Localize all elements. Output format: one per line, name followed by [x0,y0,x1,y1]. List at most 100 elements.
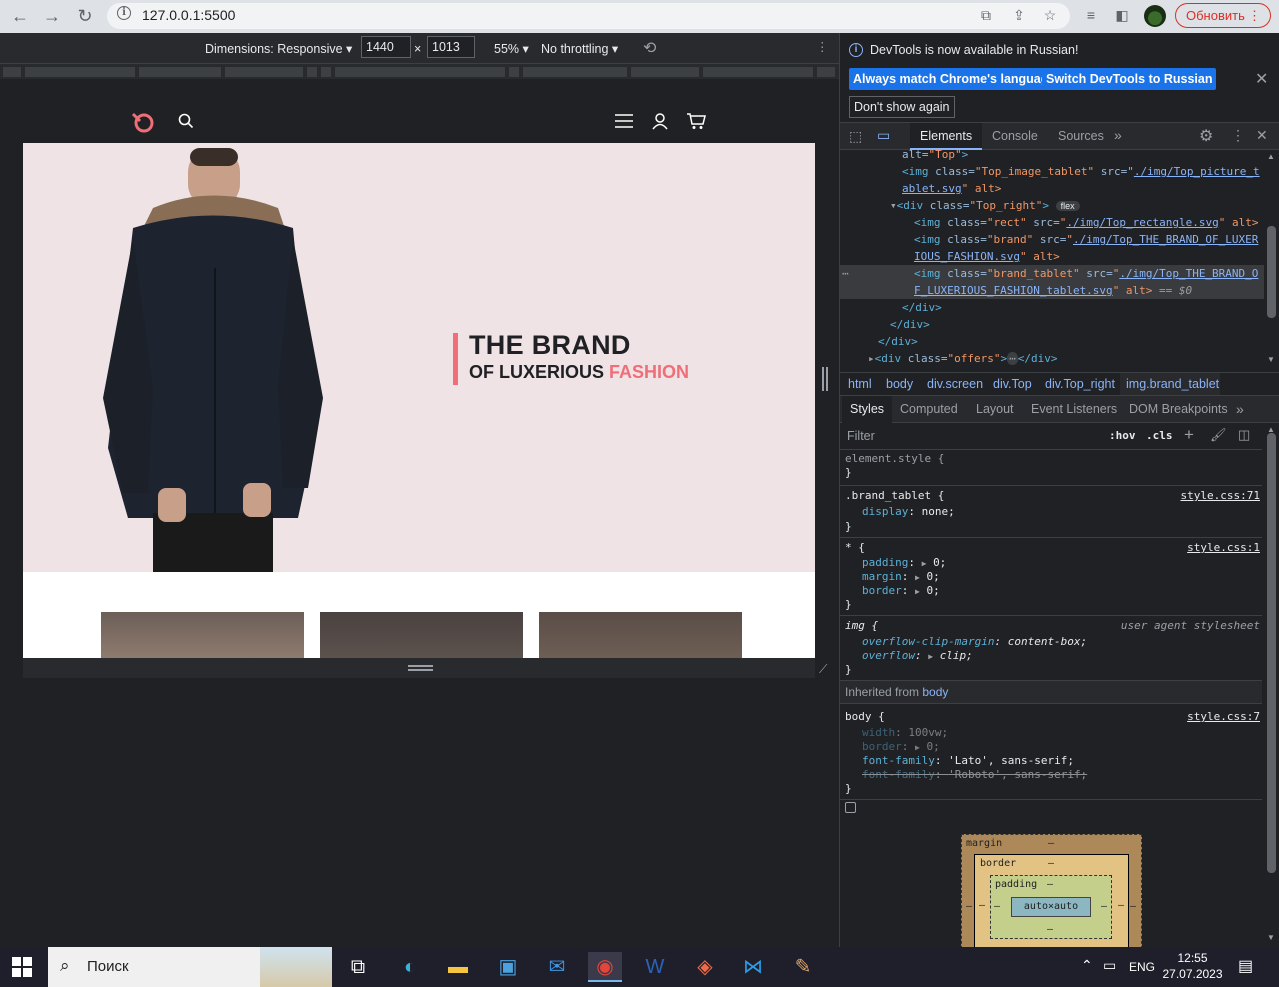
filter-input[interactable]: Filter [847,429,875,443]
always-match-language-button[interactable]: Always match Chrome's language [849,68,1060,90]
margin-left-value[interactable]: – [966,901,972,912]
clock[interactable]: 12:55 27.07.2023 [1160,950,1225,982]
scroll-down-icon[interactable]: ▼ [1267,933,1275,942]
media-query-bar[interactable] [0,63,839,79]
profile-avatar[interactable] [1144,5,1166,27]
bookmark-star-icon[interactable]: ☆ [1041,6,1059,24]
padding-top-value[interactable]: – [1047,879,1053,890]
windows-start-icon[interactable] [12,957,32,977]
update-button[interactable]: Обновить ⋮ [1175,3,1271,28]
cart-icon[interactable] [686,112,706,130]
emulated-page[interactable]: THE BRAND OF LUXERIOUS FASHION [23,100,815,658]
more-options-icon[interactable]: ⋮ [816,39,829,54]
dom-line[interactable]: IOUS_FASHION.svg" alt> [840,248,1264,265]
dom-line[interactable]: </div> [840,316,1264,333]
border-right-value[interactable]: – [1118,900,1124,911]
src-link[interactable]: ./img/Top_THE_BRAND_O [1119,267,1258,280]
reload-icon[interactable]: ↻ [73,5,97,27]
tab-styles[interactable]: Styles [842,396,893,423]
width-input[interactable]: 1440 [361,36,411,58]
more-tabs-icon[interactable]: » [1114,127,1122,143]
task-view-icon[interactable]: ⧉ [341,952,375,982]
site-logo-icon[interactable] [130,109,156,133]
dom-line-selected[interactable]: F_LUXERIOUS_FASHION_tablet.svg" alt> == … [840,282,1264,299]
dom-tree-scrollbar[interactable]: ▲ ▼ [1264,150,1278,367]
ellipsis-icon[interactable]: ⋯ [842,265,849,282]
margin-right-value[interactable]: – [1130,901,1136,912]
throttling-dropdown[interactable]: No throttling ▾ [541,41,618,56]
breadcrumb-item[interactable]: html [848,377,872,391]
chevron-up-icon[interactable]: ⌃ [1081,957,1093,974]
expand-triangle-icon[interactable]: ▾ [890,199,897,212]
tab-event-listeners[interactable]: Event Listeners [1023,396,1125,423]
breadcrumb-item[interactable]: div.screen [927,377,983,391]
box-model-content[interactable]: auto×auto [1011,897,1091,917]
dom-line[interactable]: ▾<div class="Top_right"> flex [840,197,1264,214]
offer-card[interactable] [320,612,523,658]
add-rule-icon[interactable]: + [1184,425,1194,445]
viewport-right-resizer[interactable] [815,100,839,658]
expand-triangle-icon[interactable]: ▸ [868,352,875,365]
store-icon[interactable]: ▣ [491,952,525,982]
breadcrumb-item-current[interactable]: img.brand_tablet [1126,377,1219,391]
scroll-up-icon[interactable]: ▲ [1267,152,1275,161]
rule-selector[interactable]: * { [845,541,865,555]
expand-triangle-icon[interactable]: ▶ [922,559,927,568]
viewport-bottom-resizer[interactable]: ⟋ [23,658,827,678]
collapsed-ellipsis[interactable]: ⋯ [1007,352,1018,365]
border-left-value[interactable]: – [979,900,985,911]
scrollbar-thumb[interactable] [1267,226,1276,318]
css-declaration-overridden[interactable]: font-family: 'Roboto', sans-serif; [862,768,1087,782]
css-declaration[interactable]: border: ▶ 0; [862,584,940,599]
element-style-selector[interactable]: element.style { [845,452,944,466]
tab-elements[interactable]: Elements [910,123,983,150]
offer-card[interactable] [101,612,304,658]
paint-brush-icon[interactable]: 🖌 [1210,427,1227,443]
url-text[interactable]: 127.0.0.1:5500 [142,7,235,23]
breadcrumb-item[interactable]: div.Top_right [1045,377,1115,391]
settings-gear-icon[interactable]: ⚙ [1199,126,1213,146]
src-link[interactable]: ./img/Top_rectangle.svg [1066,216,1218,229]
tab-layout[interactable]: Layout [968,396,1022,423]
padding-right-value[interactable]: – [1101,901,1107,912]
dimensions-dropdown[interactable]: Dimensions: Responsive ▾ [205,41,352,56]
side-panel-icon[interactable]: ◧ [1113,6,1131,24]
device-toggle-icon[interactable]: ▭ [877,127,890,144]
reading-list-icon[interactable]: ≡ [1082,6,1100,24]
src-link[interactable]: F_LUXERIOUS_FASHION_tablet.svg [914,284,1113,297]
scrollbar-thumb[interactable] [1267,433,1276,873]
src-link[interactable]: ablet.svg [902,182,962,195]
scroll-down-icon[interactable]: ▼ [1267,355,1275,364]
dom-line-selected[interactable]: ⋯ <img class="brand_tablet" src="./img/To… [840,265,1264,282]
file-explorer-icon[interactable]: ▬ [441,952,475,982]
paint-icon[interactable]: ✎ [786,952,820,982]
share-icon[interactable]: ⇪ [1010,6,1028,24]
forward-icon[interactable]: → [40,5,64,27]
expand-triangle-icon[interactable]: ▶ [915,573,920,582]
rule-source-link[interactable]: style.css:71 [1181,489,1260,502]
zoom-dropdown[interactable]: 55% ▾ [494,41,529,56]
dom-tree[interactable]: alt="Top"> <img class="Top_image_tablet"… [840,150,1264,369]
dom-line[interactable]: </div> [840,333,1264,350]
margin-top-value[interactable]: – [1048,838,1054,849]
translate-icon[interactable]: ⧉ [977,6,995,24]
expand-triangle-icon[interactable]: ▶ [915,743,920,752]
border-top-value[interactable]: – [1048,858,1054,869]
user-icon[interactable] [651,112,669,130]
close-devtools-icon[interactable]: ✕ [1256,127,1268,144]
toggle-sidebar-icon[interactable]: ◫ [1238,427,1250,443]
css-declaration[interactable]: padding: ▶ 0; [862,556,946,571]
close-icon[interactable]: ✕ [1255,69,1268,89]
declaration-checkbox[interactable] [845,802,856,813]
breadcrumb-item[interactable]: body [886,377,913,391]
tab-dom-breakpoints[interactable]: DOM Breakpoints [1121,396,1236,423]
language-indicator[interactable]: ENG [1129,960,1155,974]
inspect-element-icon[interactable]: ⬚ [849,128,862,145]
tab-sources[interactable]: Sources [1048,123,1114,149]
expand-triangle-icon[interactable]: ▶ [928,652,933,661]
src-link[interactable]: ./img/Top_THE_BRAND_OF_LUXER [1073,233,1258,246]
expand-triangle-icon[interactable]: ▶ [915,587,920,596]
dom-line[interactable]: ▸<div class="offers"> ⋯ </div> [840,350,1264,367]
hamburger-menu-icon[interactable] [614,113,634,129]
switch-to-russian-button[interactable]: Switch DevTools to Russian [1042,68,1217,90]
